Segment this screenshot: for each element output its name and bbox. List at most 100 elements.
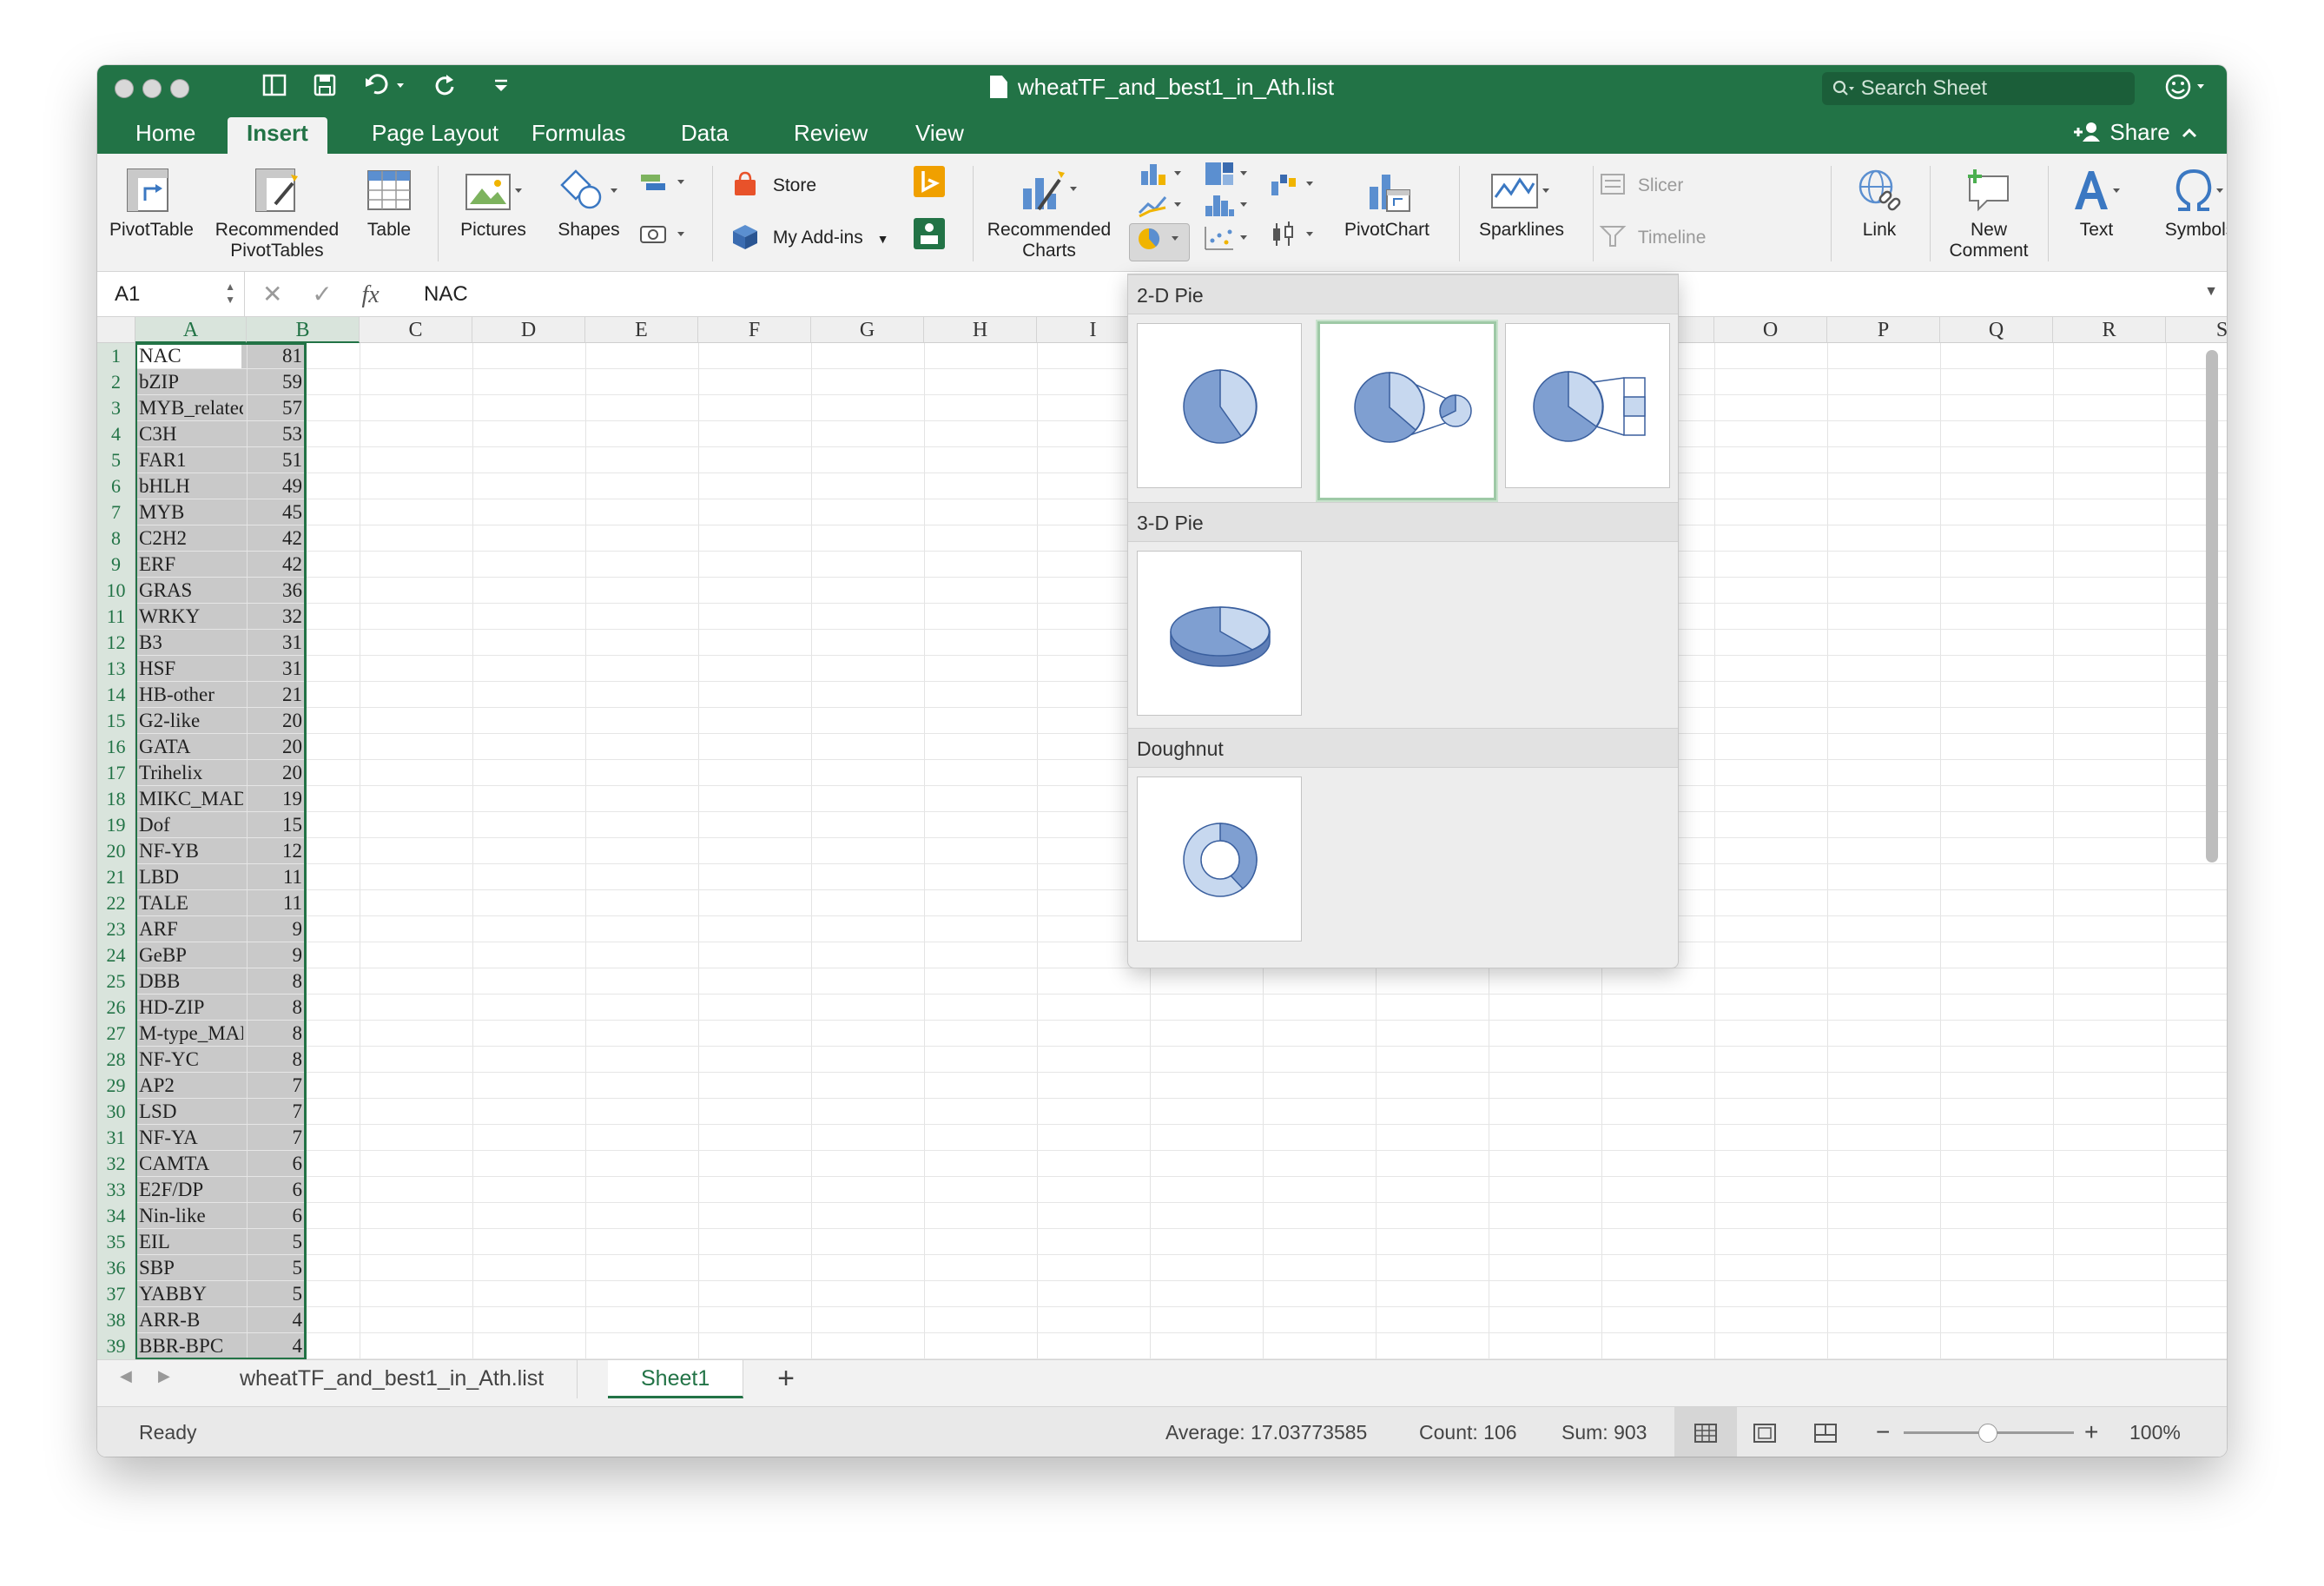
row-header[interactable]: 11 bbox=[97, 604, 135, 630]
symbols-button[interactable]: Symbols bbox=[2152, 166, 2227, 241]
scroll-tabs-left-icon[interactable]: ◀ bbox=[120, 1367, 132, 1385]
row-header[interactable]: 5 bbox=[97, 447, 135, 473]
collapse-ribbon-icon[interactable] bbox=[2176, 119, 2202, 145]
statistic-chart-button[interactable] bbox=[1202, 190, 1254, 227]
name-box[interactable]: A1 ▲ ▼ bbox=[97, 272, 245, 317]
recommended-charts-button[interactable]: Recommended Charts bbox=[983, 166, 1115, 261]
row-header[interactable]: 31 bbox=[97, 1125, 135, 1151]
pie-option[interactable] bbox=[1137, 323, 1302, 488]
column-header[interactable]: Q bbox=[1940, 317, 2053, 343]
row-header[interactable]: 7 bbox=[97, 499, 135, 525]
row-header[interactable]: 21 bbox=[97, 864, 135, 890]
3d-pie-option[interactable] bbox=[1137, 551, 1302, 716]
pictures-button[interactable]: Pictures bbox=[448, 166, 538, 241]
new-comment-button[interactable]: New Comment bbox=[1938, 166, 2039, 261]
row-header[interactable]: 8 bbox=[97, 525, 135, 552]
sheet-tab-wheattf[interactable]: wheatTF_and_best1_in_Ath.list bbox=[207, 1360, 578, 1398]
slicer-button[interactable]: Slicer bbox=[1598, 171, 1683, 198]
row-header[interactable]: 23 bbox=[97, 916, 135, 942]
bing-maps-button[interactable] bbox=[912, 164, 947, 206]
row-header[interactable]: 34 bbox=[97, 1203, 135, 1229]
expand-formula-bar-icon[interactable]: ▼ bbox=[2204, 284, 2218, 300]
row-header[interactable]: 14 bbox=[97, 682, 135, 708]
zoom-level[interactable]: 100% bbox=[2129, 1407, 2181, 1457]
column-header[interactable]: D bbox=[472, 317, 585, 343]
tab-data[interactable]: Data bbox=[662, 117, 748, 154]
row-header[interactable]: 18 bbox=[97, 786, 135, 812]
pie-chart-button[interactable] bbox=[1129, 223, 1190, 261]
insert-function-icon[interactable]: fx bbox=[362, 281, 380, 308]
screenshot-button[interactable] bbox=[637, 220, 690, 253]
scatter-chart-button[interactable] bbox=[1202, 223, 1254, 260]
row-header[interactable]: 9 bbox=[97, 552, 135, 578]
normal-view-icon[interactable] bbox=[1674, 1407, 1737, 1457]
row-header[interactable]: 33 bbox=[97, 1177, 135, 1203]
search-sheet-input[interactable]: Search Sheet bbox=[1822, 72, 2135, 105]
row-header[interactable]: 28 bbox=[97, 1047, 135, 1073]
pivotchart-button[interactable]: PivotChart bbox=[1330, 166, 1443, 241]
row-header[interactable]: 27 bbox=[97, 1021, 135, 1047]
name-box-stepper-icon[interactable]: ▲ ▼ bbox=[225, 281, 235, 307]
sparklines-button[interactable]: Sparklines bbox=[1461, 166, 1582, 241]
timeline-button[interactable]: Timeline bbox=[1598, 223, 1706, 250]
column-header[interactable]: B bbox=[247, 317, 360, 343]
tab-formulas[interactable]: Formulas bbox=[512, 117, 644, 154]
row-header[interactable]: 36 bbox=[97, 1255, 135, 1281]
row-header[interactable]: 25 bbox=[97, 968, 135, 995]
row-header[interactable]: 17 bbox=[97, 760, 135, 786]
row-header[interactable]: 13 bbox=[97, 656, 135, 682]
line-chart-button[interactable] bbox=[1136, 190, 1188, 227]
row-header[interactable]: 32 bbox=[97, 1151, 135, 1177]
column-header[interactable]: E bbox=[585, 317, 698, 343]
row-header[interactable]: 4 bbox=[97, 421, 135, 447]
row-header[interactable]: 16 bbox=[97, 734, 135, 760]
row-header[interactable]: 19 bbox=[97, 812, 135, 838]
sheet-tab-sheet1[interactable]: Sheet1 bbox=[608, 1360, 744, 1398]
waterfall-chart-button[interactable] bbox=[1268, 169, 1320, 206]
confirm-edit-icon[interactable]: ✓ bbox=[312, 281, 332, 307]
row-header[interactable]: 20 bbox=[97, 838, 135, 864]
people-graph-button[interactable] bbox=[912, 216, 947, 258]
stock-chart-button[interactable] bbox=[1268, 220, 1320, 256]
formula-input[interactable]: NAC bbox=[424, 272, 468, 317]
row-header[interactable]: 15 bbox=[97, 708, 135, 734]
pivottable-button[interactable]: PivotTable bbox=[109, 166, 194, 241]
column-header[interactable]: S bbox=[2166, 317, 2227, 343]
column-header[interactable]: F bbox=[698, 317, 811, 343]
row-header[interactable]: 35 bbox=[97, 1229, 135, 1255]
scroll-tabs-right-icon[interactable]: ▶ bbox=[158, 1367, 170, 1385]
table-button[interactable]: Table bbox=[354, 166, 424, 241]
row-header[interactable]: 26 bbox=[97, 995, 135, 1021]
tab-view[interactable]: View bbox=[896, 117, 983, 154]
row-header[interactable]: 2 bbox=[97, 369, 135, 395]
tab-home[interactable]: Home bbox=[116, 117, 215, 154]
pie-of-pie-option[interactable] bbox=[1317, 321, 1496, 500]
vertical-scrollbar[interactable] bbox=[2206, 350, 2218, 862]
row-header[interactable]: 37 bbox=[97, 1281, 135, 1307]
column-header[interactable]: O bbox=[1714, 317, 1827, 343]
tab-review[interactable]: Review bbox=[775, 117, 887, 154]
row-header[interactable]: 22 bbox=[97, 890, 135, 916]
column-header[interactable]: G bbox=[811, 317, 924, 343]
column-header[interactable]: R bbox=[2053, 317, 2166, 343]
page-break-view-icon[interactable] bbox=[1813, 1407, 1838, 1457]
row-header[interactable]: 30 bbox=[97, 1099, 135, 1125]
cancel-edit-icon[interactable]: ✕ bbox=[262, 281, 282, 307]
link-button[interactable]: Link bbox=[1838, 166, 1921, 241]
row-header[interactable]: 29 bbox=[97, 1073, 135, 1099]
add-sheet-button[interactable]: + bbox=[764, 1360, 808, 1397]
zoom-out-icon[interactable]: − bbox=[1876, 1407, 1890, 1457]
shapes-button[interactable]: Shapes bbox=[545, 166, 632, 241]
my-addins-button[interactable]: My Add-ins ▼ bbox=[731, 223, 888, 251]
text-button[interactable]: Text bbox=[2055, 166, 2138, 241]
column-header[interactable]: P bbox=[1827, 317, 1940, 343]
zoom-in-icon[interactable]: + bbox=[2084, 1407, 2098, 1457]
store-button[interactable]: Store bbox=[731, 171, 816, 198]
row-header[interactable]: 38 bbox=[97, 1307, 135, 1333]
column-header[interactable]: A bbox=[135, 317, 247, 343]
column-header[interactable]: C bbox=[360, 317, 472, 343]
row-header[interactable]: 6 bbox=[97, 473, 135, 499]
row-header[interactable]: 12 bbox=[97, 630, 135, 656]
recommended-pivottables-button[interactable]: Recommended PivotTables bbox=[212, 166, 342, 261]
row-header[interactable]: 3 bbox=[97, 395, 135, 421]
